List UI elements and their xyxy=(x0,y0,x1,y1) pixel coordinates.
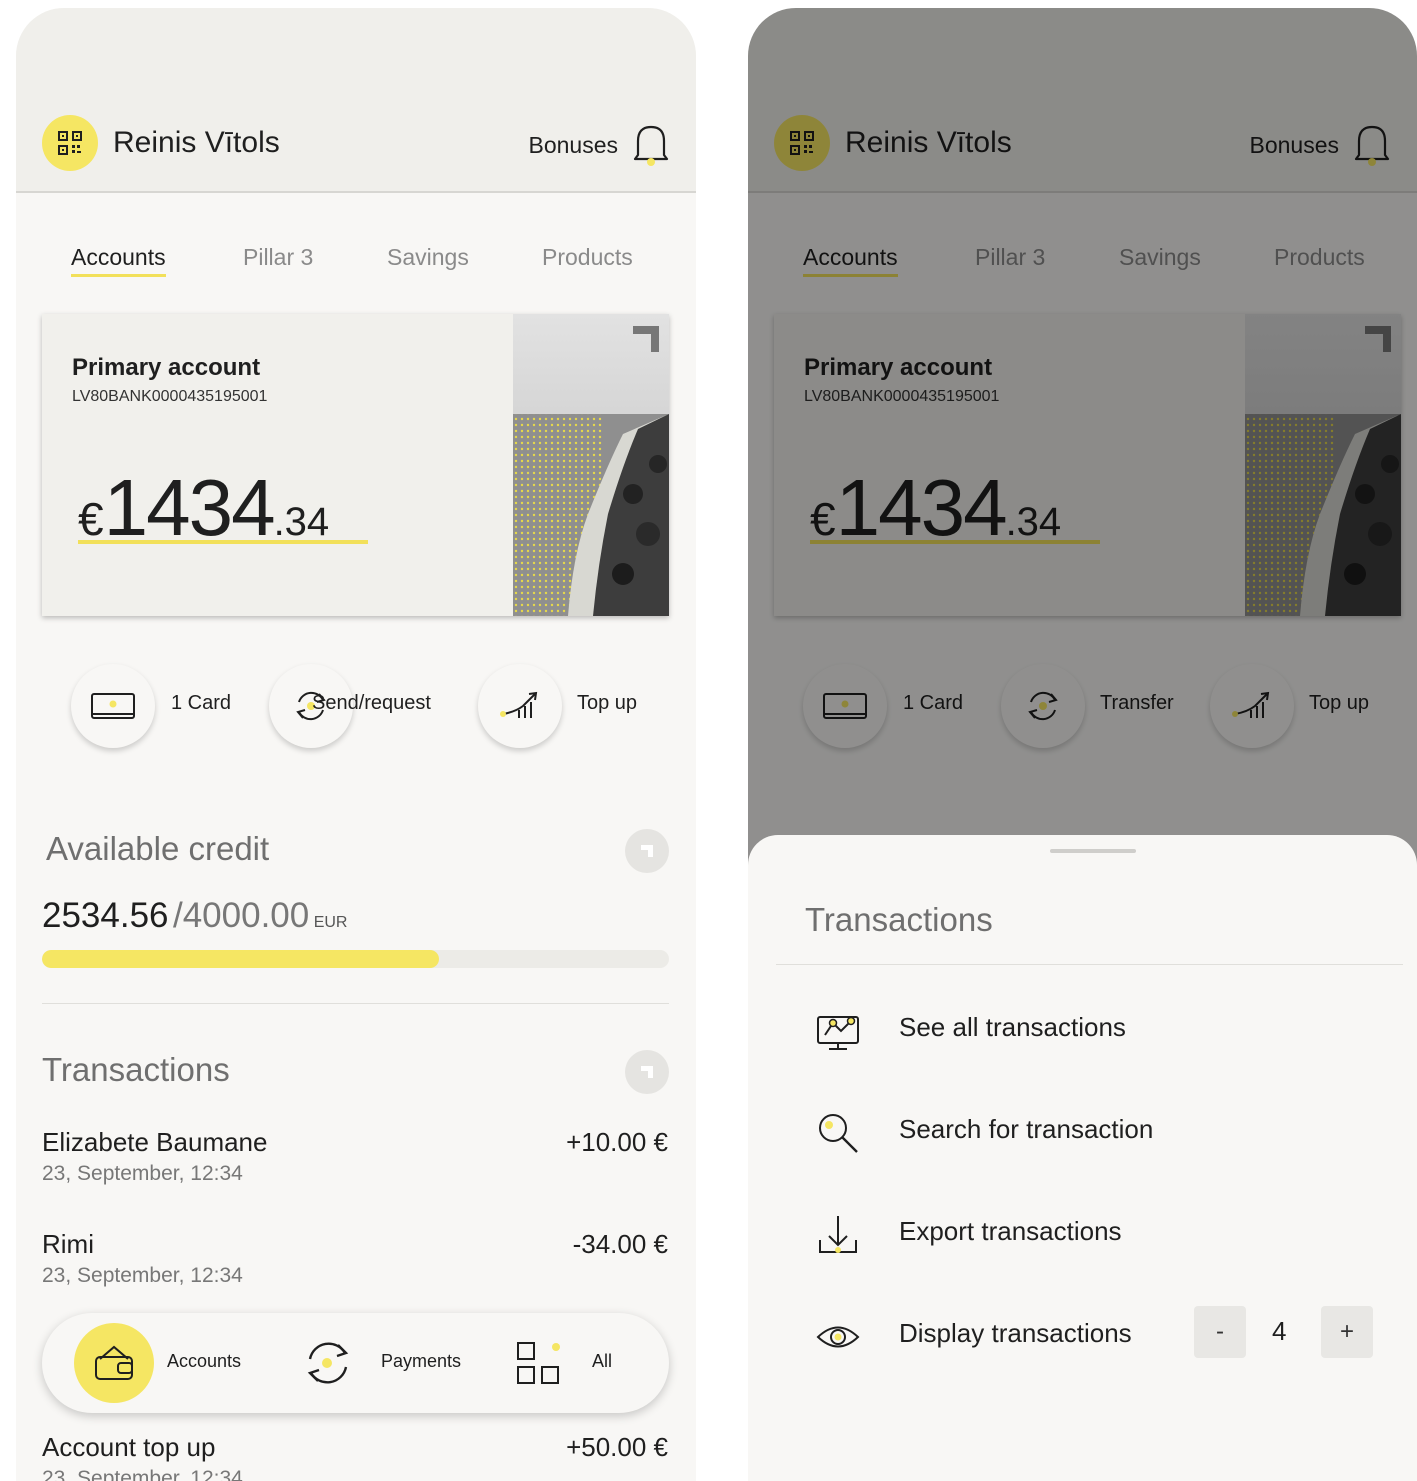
transaction-date: 23, September, 12:34 xyxy=(42,1467,243,1481)
bottom-navigation: Accounts Payments All xyxy=(42,1313,669,1413)
search-transaction-icon-wrap xyxy=(814,1109,862,1157)
transaction-date: 23, September, 12:34 xyxy=(42,1162,243,1185)
chart-up-icon xyxy=(500,691,538,718)
transaction-name[interactable]: Rimi xyxy=(42,1229,94,1260)
bell-icon xyxy=(633,125,669,166)
phone-screen-transactions-sheet: Reinis Vītols Bonuses Accounts Pillar 3 … xyxy=(748,8,1417,1481)
see-all-transactions-option[interactable]: See all transactions xyxy=(899,1012,1126,1043)
display-count-value: 4 xyxy=(1272,1316,1287,1346)
transactions-bottom-sheet: Transactions See all transactions Search… xyxy=(748,835,1417,1481)
tab-savings[interactable]: Savings xyxy=(387,244,469,271)
phone-screen-main: Reinis Vītols Bonuses Accounts Pillar 3 … xyxy=(16,8,696,1481)
increase-count-button[interactable]: + xyxy=(1321,1306,1373,1358)
qr-code-icon xyxy=(58,131,82,155)
tab-products[interactable]: Products xyxy=(542,244,633,271)
decrease-count-button[interactable]: - xyxy=(1194,1306,1246,1358)
transactions-menu-button[interactable] xyxy=(625,1050,669,1094)
sheet-title: Transactions xyxy=(805,901,993,938)
credit-limit: /4000.00 xyxy=(172,896,310,935)
transaction-amount: +10.00 € xyxy=(566,1127,668,1157)
app-header: Reinis Vītols Bonuses xyxy=(16,8,696,193)
tab-pillar-3[interactable]: Pillar 3 xyxy=(243,244,313,271)
display-transactions-label: Display transactions xyxy=(899,1318,1132,1348)
nav-accounts-button[interactable] xyxy=(74,1323,154,1403)
download-icon xyxy=(819,1216,857,1253)
display-transactions-icon-wrap xyxy=(814,1313,862,1361)
cards-button[interactable] xyxy=(71,664,155,748)
cards-label: 1 Card xyxy=(171,692,232,714)
sheet-divider xyxy=(776,964,1403,965)
export-transactions-option[interactable]: Export transactions xyxy=(899,1216,1122,1247)
card-icon xyxy=(91,693,135,719)
credit-info-button[interactable] xyxy=(625,829,669,873)
nav-all-label[interactable]: All xyxy=(592,1351,612,1372)
primary-account-card[interactable]: Primary account LV80BANK0000435195001 €1… xyxy=(42,314,669,616)
info-icon xyxy=(641,1066,653,1078)
search-icon xyxy=(819,1114,858,1153)
section-divider xyxy=(42,1003,669,1004)
transaction-amount: -34.00 € xyxy=(572,1229,668,1259)
grid-icon[interactable] xyxy=(516,1339,564,1387)
wallet-icon xyxy=(95,1345,133,1380)
account-iban: LV80BANK0000435195001 xyxy=(72,388,268,405)
send-request-label: Send/request xyxy=(312,692,431,714)
info-icon xyxy=(641,845,653,857)
credit-used: 2534.56 xyxy=(42,896,169,935)
balance-underline xyxy=(78,540,368,544)
search-transaction-option[interactable]: Search for transaction xyxy=(899,1114,1153,1145)
qr-avatar-button[interactable] xyxy=(42,115,98,171)
account-title: Primary account xyxy=(72,354,261,381)
eye-icon xyxy=(816,1326,860,1348)
user-name: Reinis Vītols xyxy=(113,126,280,159)
nav-accounts-label[interactable]: Accounts xyxy=(167,1351,241,1372)
transaction-name[interactable]: Account top up xyxy=(42,1432,215,1463)
credit-progress-bar xyxy=(42,950,669,968)
see-all-transactions-icon-wrap xyxy=(814,1007,862,1055)
export-transactions-icon-wrap xyxy=(814,1211,862,1259)
transaction-name[interactable]: Elizabete Baumane xyxy=(42,1127,267,1158)
credit-value: 2534.56 /4000.00 EUR xyxy=(42,896,347,936)
balance-integer: 1434 xyxy=(103,463,276,552)
coastline-photo xyxy=(513,314,669,616)
top-up-label: Top up xyxy=(577,692,638,714)
transaction-date: 23, September, 12:34 xyxy=(42,1264,243,1287)
balance-currency: € xyxy=(78,493,104,545)
credit-progress-fill xyxy=(42,950,440,968)
notifications-button[interactable] xyxy=(632,121,670,172)
sheet-drag-handle[interactable] xyxy=(1050,849,1136,853)
balance-decimal: .34 xyxy=(273,500,330,544)
available-credit-title: Available credit xyxy=(46,830,270,867)
credit-unit: EUR xyxy=(313,914,348,931)
transactions-title: Transactions xyxy=(42,1051,230,1088)
top-up-button[interactable] xyxy=(478,664,562,748)
tab-accounts[interactable]: Accounts xyxy=(71,244,166,277)
monitor-chart-icon xyxy=(817,1016,859,1050)
payments-icon[interactable] xyxy=(300,1335,356,1391)
bonuses-link[interactable]: Bonuses xyxy=(528,132,618,159)
transaction-amount: +50.00 € xyxy=(566,1432,668,1462)
nav-payments-label[interactable]: Payments xyxy=(381,1351,461,1372)
